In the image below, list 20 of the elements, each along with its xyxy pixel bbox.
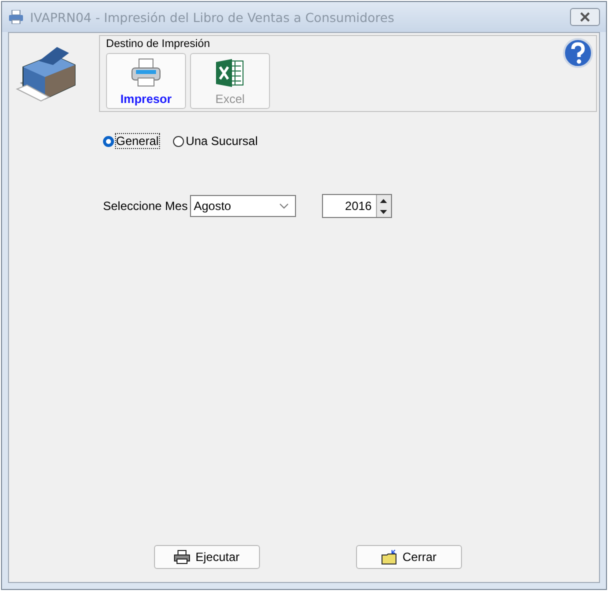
spreadsheet-icon bbox=[215, 58, 245, 88]
spin-up-button[interactable] bbox=[376, 195, 391, 206]
help-icon[interactable] bbox=[563, 38, 593, 68]
close-icon bbox=[579, 12, 591, 22]
window-title: IVAPRN04 - Impresión del Libro de Ventas a Consumidores bbox=[30, 10, 396, 24]
month-select[interactable]: Agosto bbox=[190, 195, 296, 217]
chevron-icon bbox=[278, 203, 289, 209]
group-title: Destino de Impresión bbox=[106, 38, 211, 50]
spin-down-button[interactable] bbox=[376, 206, 391, 217]
destination-button[interactable]: Impresor bbox=[106, 53, 186, 109]
folder-icon bbox=[381, 549, 398, 565]
month-label: Seleccione Mes bbox=[103, 199, 188, 213]
close-button[interactable]: Cerrar bbox=[356, 545, 462, 569]
scope-radio[interactable]: General bbox=[103, 134, 159, 148]
year-spinner[interactable]: 2016 bbox=[322, 194, 392, 218]
up-arrow-icon bbox=[380, 198, 388, 202]
down-arrow-icon bbox=[380, 210, 388, 214]
close-button[interactable] bbox=[570, 8, 600, 26]
scope-radio[interactable]: Una Sucursal bbox=[172, 134, 258, 148]
execute-button[interactable]: Ejecutar bbox=[154, 545, 260, 569]
